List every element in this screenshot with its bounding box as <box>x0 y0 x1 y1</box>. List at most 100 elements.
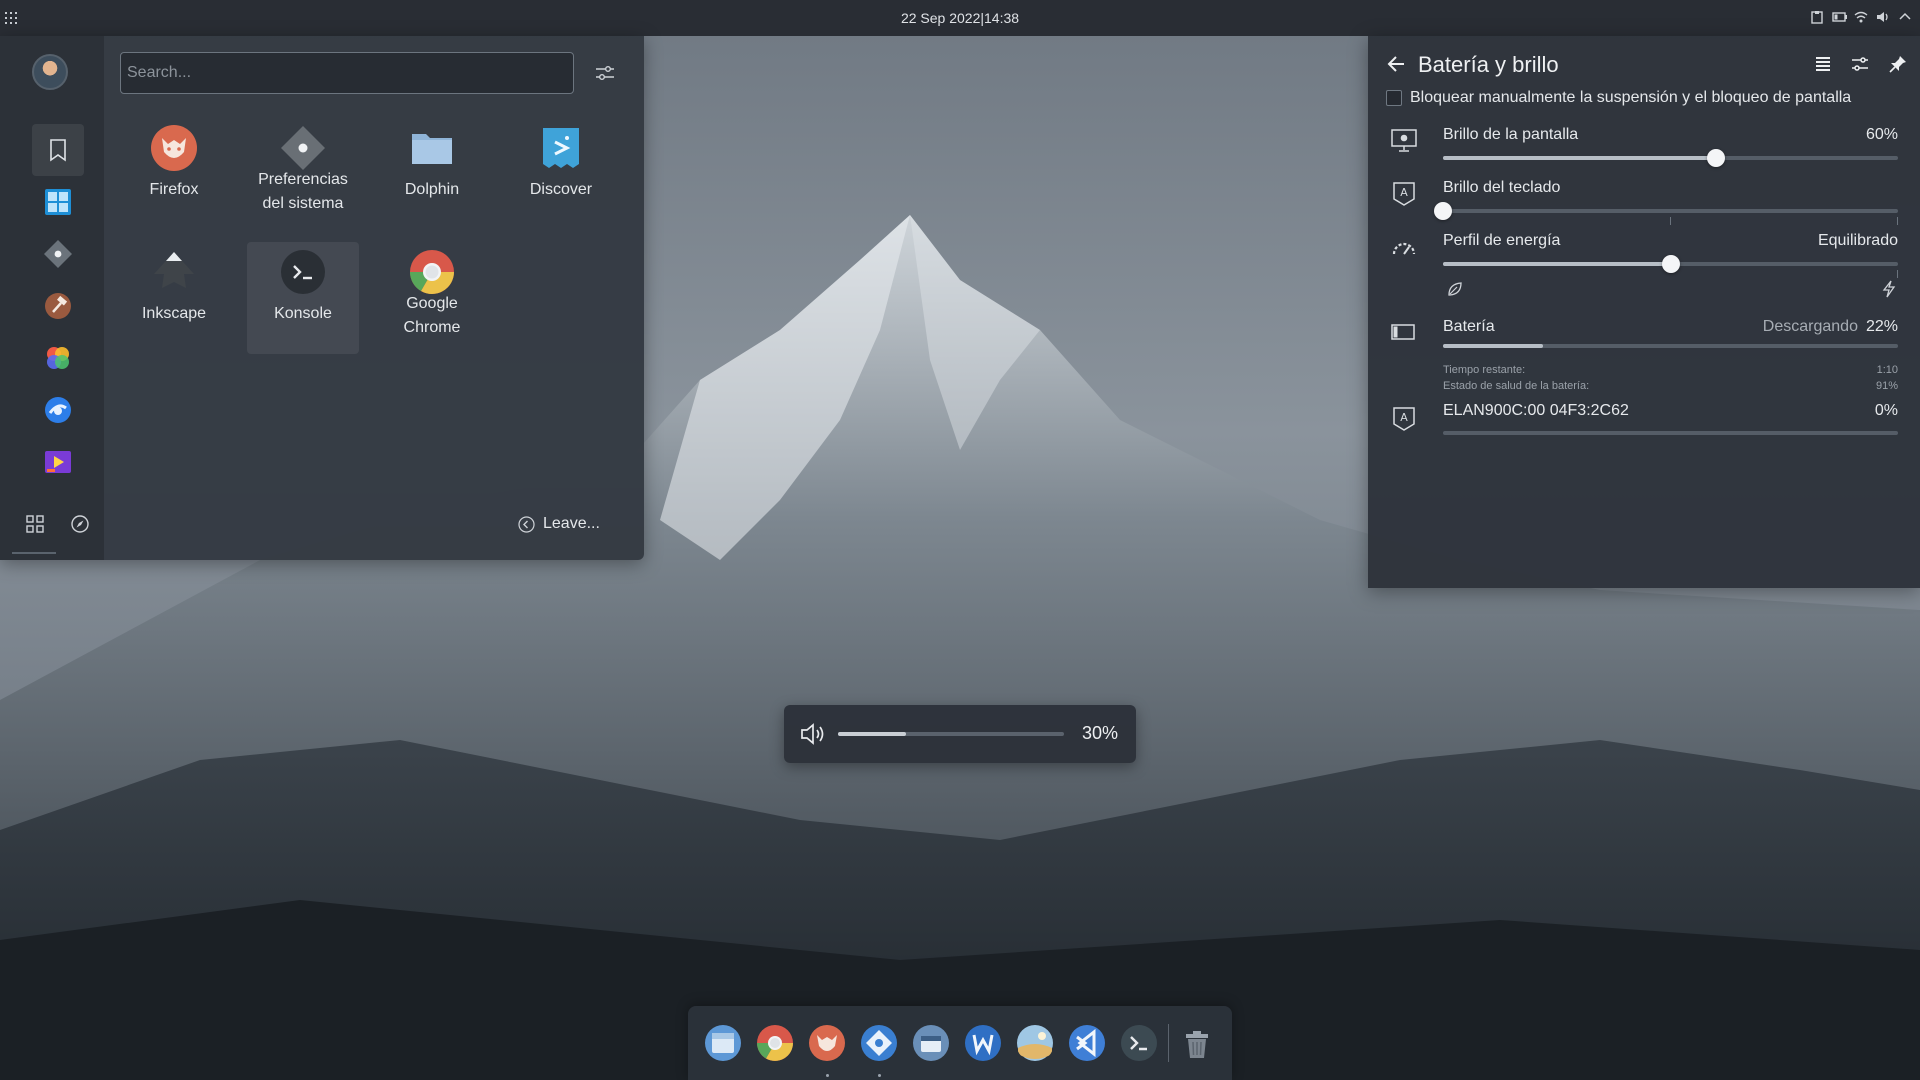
images-icon[interactable] <box>1016 1024 1054 1062</box>
keyboard-brightness-handle[interactable] <box>1434 202 1452 220</box>
power-profile-value: Equilibrado <box>1817 232 1898 249</box>
chrome-icon <box>410 250 454 294</box>
clipboard-icon[interactable] <box>1810 10 1824 24</box>
battery-status: Descargando 22% <box>1763 318 1898 336</box>
clock[interactable]: 22 Sep 2022|14:38 <box>901 10 1019 26</box>
settings-diamond-icon[interactable] <box>32 228 84 280</box>
keyboard-brightness-icon: A <box>1393 182 1415 206</box>
filter-settings-icon[interactable] <box>594 62 616 84</box>
keyboard-brightness-label: Brillo del teclado <box>1443 179 1561 196</box>
volume-icon[interactable] <box>1876 10 1890 24</box>
firefox-icon <box>151 125 197 171</box>
top-panel: 22 Sep 2022|14:38 <box>0 0 1920 36</box>
screen-brightness-value: 60% <box>1865 126 1898 143</box>
app-label: Firefox <box>149 181 199 198</box>
app-firefox[interactable]: Firefox <box>118 118 230 230</box>
inkscape-icon <box>154 252 194 288</box>
colors-icon[interactable] <box>32 332 84 384</box>
leave-label: Leave... <box>543 515 600 532</box>
inhibit-checkbox[interactable] <box>1386 90 1402 106</box>
battery-row: Batería Descargando 22% Tiempo restante: … <box>1368 318 1920 398</box>
folder-icon <box>412 134 452 164</box>
screen-brightness-handle[interactable] <box>1707 149 1725 167</box>
screen-brightness-slider[interactable] <box>1443 149 1898 167</box>
chrome-icon[interactable] <box>756 1024 794 1062</box>
app-inkscape[interactable]: Inkscape <box>118 242 230 354</box>
time-left-value: 1:10 <box>1876 364 1898 376</box>
power-profile-slider[interactable] <box>1443 255 1898 278</box>
app-preferencias-sistema[interactable]: Preferencias del sistema <box>247 118 359 230</box>
device-battery-row: A ELAN900C:00 04F3:2C62 0% <box>1368 402 1920 442</box>
health-label: Estado de salud de la batería: <box>1443 380 1590 392</box>
writer-icon[interactable] <box>964 1024 1002 1062</box>
favorites-bookmark-icon[interactable] <box>32 124 84 176</box>
browser-icon[interactable] <box>32 384 84 436</box>
slider-tick <box>1897 217 1898 225</box>
app-label: Google <box>406 295 458 312</box>
panel-title: Batería y brillo <box>1418 52 1559 77</box>
discover-icon <box>543 128 579 168</box>
running-indicator <box>878 1074 881 1077</box>
app-google-chrome[interactable]: Google Chrome <box>376 242 488 354</box>
app-label: Konsole <box>274 305 332 322</box>
compass-icon[interactable] <box>71 515 89 533</box>
app-dolphin[interactable]: Dolphin <box>376 118 488 230</box>
volume-percent: 30% <box>1081 723 1118 743</box>
time-left-label: Tiempo restante: <box>1443 364 1526 376</box>
power-profile-label: Perfil de energía <box>1443 232 1561 249</box>
keyboard-brightness-row: A Brillo del teclado <box>1368 179 1920 225</box>
chevron-up-icon[interactable] <box>1898 10 1912 24</box>
device-label: ELAN900C:00 04F3:2C62 <box>1443 402 1629 419</box>
power-profile-handle[interactable] <box>1661 255 1680 273</box>
back-arrow-icon[interactable] <box>1386 54 1406 74</box>
settings-icon[interactable] <box>860 1024 898 1062</box>
store-icon[interactable] <box>912 1024 950 1062</box>
speaker-volume-icon <box>801 723 824 745</box>
volume-level-bar <box>838 732 1064 736</box>
app-launcher: Firefox Preferencias del sistema Dolphin… <box>0 36 644 560</box>
inhibit-sleep-row[interactable]: Bloquear manualmente la suspensión y el … <box>1386 89 1851 107</box>
leave-button[interactable]: Leave... <box>518 512 600 536</box>
windows-grid-icon[interactable] <box>32 176 84 228</box>
battery-icon[interactable] <box>1832 10 1847 24</box>
screen-brightness-label: Brillo de la pantalla <box>1443 126 1579 143</box>
trash-icon[interactable] <box>1178 1024 1216 1062</box>
media-icon[interactable] <box>32 436 84 488</box>
system-tray <box>1810 10 1912 24</box>
terminal-icon[interactable] <box>1120 1024 1158 1062</box>
finder-icon[interactable] <box>704 1024 742 1062</box>
monitor-brightness-icon <box>1391 129 1417 152</box>
battery-level-bar <box>1443 344 1898 348</box>
battery-health: Estado de salud de la batería: 91% <box>1443 380 1898 392</box>
battery-brightness-panel: Batería y brillo Bloquear manualmente la… <box>1368 36 1920 588</box>
launcher-sidebar <box>0 36 104 560</box>
app-label: Dolphin <box>404 181 460 198</box>
power-profile-gauge-icon <box>1392 242 1416 255</box>
battery-status-text: Descargando <box>1762 318 1858 335</box>
pin-icon[interactable] <box>1888 54 1908 74</box>
svg-text:A: A <box>1400 411 1408 424</box>
battery-label: Batería <box>1443 318 1495 335</box>
battery-percent: 22% <box>1865 318 1898 335</box>
list-view-icon[interactable] <box>1813 54 1833 74</box>
slider-tick <box>1897 270 1898 278</box>
dock-separator <box>1168 1024 1169 1062</box>
terminal-icon <box>281 250 325 294</box>
firefox-icon[interactable] <box>808 1024 846 1062</box>
all-apps-icon[interactable] <box>26 515 44 533</box>
app-konsole[interactable]: Konsole <box>247 242 359 354</box>
wifi-icon[interactable] <box>1854 10 1868 24</box>
power-profile-row: Perfil de energía Equilibrado <box>1368 232 1920 302</box>
app-label-line2: Chrome <box>403 319 461 336</box>
app-grid-icon[interactable] <box>5 12 17 24</box>
device-level-bar <box>1443 431 1898 435</box>
hammer-icon[interactable] <box>32 280 84 332</box>
battery-level-fill <box>1443 344 1544 348</box>
keyboard-brightness-slider[interactable] <box>1434 202 1898 225</box>
avatar[interactable] <box>32 54 68 90</box>
configure-icon[interactable] <box>1850 54 1870 74</box>
battery-time-left: Tiempo restante: 1:10 <box>1443 364 1898 376</box>
vscode-icon[interactable] <box>1068 1024 1106 1062</box>
app-discover[interactable]: Discover <box>505 118 617 230</box>
search-input[interactable] <box>120 52 574 94</box>
